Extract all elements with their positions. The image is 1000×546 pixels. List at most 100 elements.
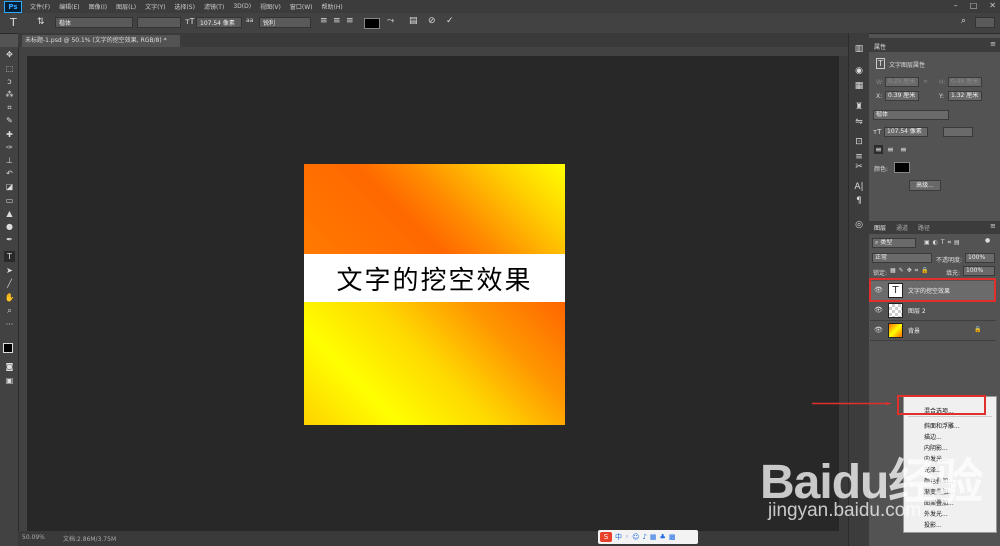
line-tool-icon[interactable]: ╱ [4,278,15,289]
panel-menu-icon[interactable]: ≡ [990,40,996,48]
pen-tool-icon[interactable]: ✒ [4,234,15,245]
paragraph-icon[interactable]: ¶ [853,195,865,207]
menu-layer[interactable]: 图层(L) [116,2,136,11]
font-style-select[interactable] [137,17,181,28]
ime-toolbar[interactable]: S 中 ◦ ☺ ♪ ▦ ♣ ▩ [598,530,698,544]
adjustments-icon[interactable]: ♜ [853,101,865,113]
3d-icon[interactable]: ◎ [853,219,865,231]
blur-tool-icon[interactable]: ▲ [4,208,15,219]
cancel-icon[interactable]: ⊘ [428,16,436,26]
maximize-icon[interactable]: □ [970,1,978,10]
skin-icon[interactable]: ♣ [660,533,666,541]
height-field[interactable]: 0.46 厘米 [948,77,982,87]
menu-filter[interactable]: 滤镜(T) [204,2,224,11]
lock-icons[interactable]: ▦✎✥⌗🔒 [890,267,932,275]
layer-name[interactable]: 背景 [908,326,920,335]
edit-toolbar-icon[interactable]: ··· [4,319,15,330]
hand-tool-icon[interactable]: ✋ [4,292,15,303]
magic-wand-tool-icon[interactable]: ⁂ [4,89,15,100]
font-family-field[interactable]: 楷体 [873,110,949,120]
healing-brush-tool-icon[interactable]: ✚ [4,129,15,140]
history-icon[interactable]: ▥ [853,43,865,55]
text-orientation-icon[interactable]: ⇅ [37,17,45,27]
foreground-color-swatch[interactable] [3,343,13,353]
microphone-icon[interactable]: ♪ [642,533,646,541]
filter-icons[interactable]: ▣◐T⌗▤ [924,239,963,247]
tool-presets-icon[interactable]: ✂ [853,161,865,173]
type-tool-icon[interactable]: T [4,251,15,262]
text-color-swatch[interactable] [364,18,380,29]
font-size-select[interactable]: 107.54 像素 [196,17,242,28]
gradient-tool-icon[interactable]: ▭ [4,195,15,206]
crop-tool-icon[interactable]: ⌗ [4,102,15,113]
properties-title[interactable]: 属性 [874,42,886,51]
path-selection-tool-icon[interactable]: ➤ [4,265,15,276]
align-left-icon[interactable]: ≡ [320,16,328,26]
character-icon[interactable]: A| [853,181,865,193]
styles-icon[interactable]: ⇋ [853,116,865,128]
punctuation-icon[interactable]: ◦ [625,533,629,541]
document-image[interactable]: 文字的挖空效果 [304,164,565,425]
quick-mask-icon[interactable]: ◙ [4,361,15,372]
color-icon[interactable]: ◉ [853,65,865,77]
x-field[interactable]: 0.39 厘米 [885,91,919,101]
opacity-field[interactable]: 100% [965,253,995,263]
libraries-icon[interactable]: ⊡ [853,136,865,148]
emoji-icon[interactable]: ☺ [632,533,639,541]
lasso-tool-icon[interactable]: ↄ [4,76,15,87]
layer-row-layer2[interactable]: 👁 图层 2 [870,301,996,321]
keyboard-icon[interactable]: ▦ [650,533,657,541]
eraser-tool-icon[interactable]: ◪ [4,181,15,192]
menu-window[interactable]: 窗口(W) [290,2,313,11]
layer-name[interactable]: 图层 2 [908,306,926,315]
blend-mode-select[interactable]: 正常 [872,253,932,263]
menu-bevel-emboss[interactable]: 斜面和浮雕... [924,421,960,430]
visibility-eye-icon[interactable]: 👁 [874,306,883,314]
marquee-tool-icon[interactable]: ⬚ [4,63,15,74]
filter-toggle-icon[interactable]: ● [985,237,990,244]
panel-align-left-icon[interactable]: ≡ [874,145,883,154]
menu-edit[interactable]: 编辑(E) [59,2,79,11]
tab-channels[interactable]: 通道 [896,223,908,232]
align-right-icon[interactable]: ≡ [346,16,354,26]
ime-mode[interactable]: 中 [615,532,622,542]
menu-3d[interactable]: 3D(D) [233,3,251,10]
width-field[interactable]: 0.25 厘米 [885,77,919,87]
close-icon[interactable]: ✕ [989,1,996,10]
history-brush-tool-icon[interactable]: ↶ [4,168,15,179]
leading-field[interactable] [943,127,973,137]
font-size-field[interactable]: 107.54 像素 [884,127,928,137]
move-tool-icon[interactable]: ✥ [4,49,15,60]
font-family-select[interactable]: 楷体 [55,17,133,28]
warp-text-icon[interactable]: ⤳ [387,16,394,26]
tab-layers[interactable]: 图层 [874,223,886,232]
search-icon[interactable]: ⌕ [961,16,966,26]
link-icon[interactable]: ∞ [923,78,928,85]
panel-align-center-icon[interactable]: ≡ [887,145,894,154]
menu-view[interactable]: 视图(V) [260,2,281,11]
eyedropper-tool-icon[interactable]: ✎ [4,115,15,126]
type-tool-preset-icon[interactable]: T [10,16,17,29]
minimize-icon[interactable]: – [954,1,958,10]
panel-color-swatch[interactable] [894,162,910,173]
y-field[interactable]: 1.32 厘米 [948,91,982,101]
zoom-tool-icon[interactable]: ⌕ [4,305,15,316]
commit-icon[interactable]: ✓ [446,16,454,26]
menu-image[interactable]: 图像(I) [89,2,107,11]
fill-field[interactable]: 100% [963,266,995,276]
align-center-icon[interactable]: ≡ [333,16,341,26]
brush-tool-icon[interactable]: ✑ [4,142,15,153]
layer-filter-select[interactable]: ⌕ 类型 [872,238,916,248]
menu-file[interactable]: 文件(F) [30,2,50,11]
layer-row-background[interactable]: 👁 背景 🔒 [870,321,996,341]
layers-panel-menu-icon[interactable]: ≡ [990,222,996,230]
visibility-eye-icon[interactable]: 👁 [874,326,883,334]
advanced-button[interactable]: 高级... [909,180,941,191]
menu-type[interactable]: 文字(Y) [145,2,165,11]
anti-alias-select[interactable]: 锐利 [259,17,311,28]
character-panel-icon[interactable]: ▤ [409,16,418,26]
screen-mode-icon[interactable]: ▣ [4,375,15,386]
dodge-tool-icon[interactable]: ● [4,221,15,232]
clone-stamp-tool-icon[interactable]: ⊥ [4,155,15,166]
tab-paths[interactable]: 路径 [918,223,930,232]
